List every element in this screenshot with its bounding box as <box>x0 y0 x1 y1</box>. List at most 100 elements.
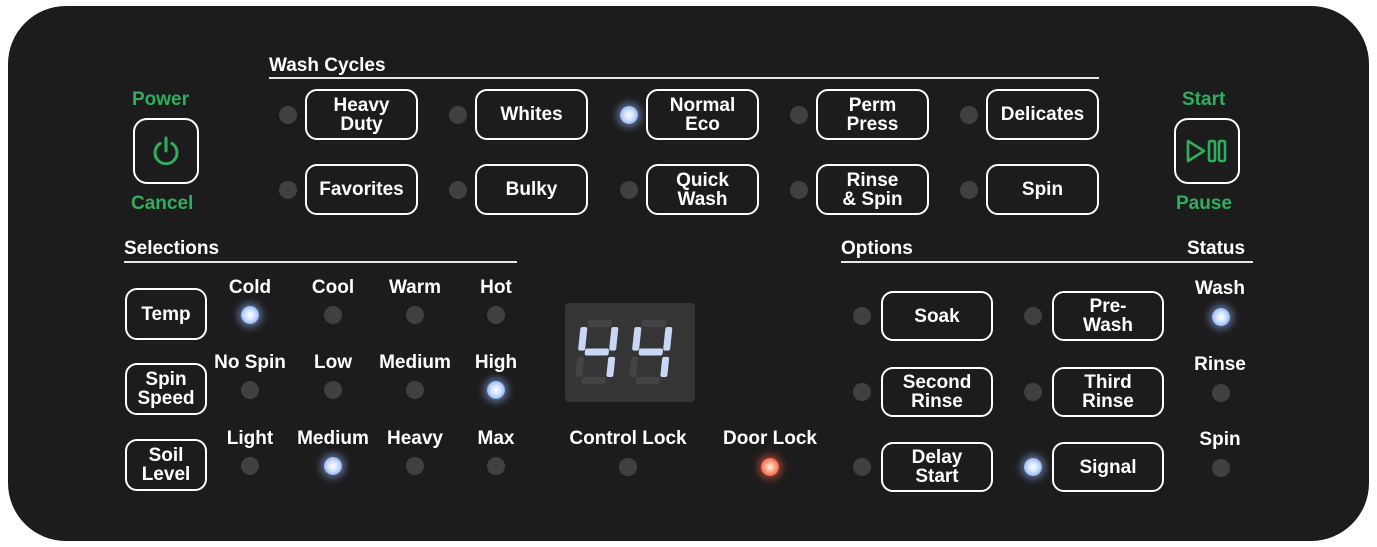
selection-level-led <box>324 381 342 399</box>
status-led-rinse <box>1212 384 1230 402</box>
selection-level-led <box>324 306 342 324</box>
control-lock-label: Control Lock <box>569 428 687 449</box>
cycle-led-quick-wash <box>620 181 638 199</box>
segment-b <box>609 327 619 351</box>
cycle-button-heavy-duty[interactable]: Heavy Duty <box>305 89 418 140</box>
cycle-led-favorites <box>279 181 297 199</box>
soil-level-button[interactable]: Soil Level <box>125 439 207 491</box>
status-label-spin: Spin <box>1199 429 1241 450</box>
cycle-button-bulky[interactable]: Bulky <box>475 164 588 215</box>
status-led-spin <box>1212 459 1230 477</box>
cycle-led-spin <box>960 181 978 199</box>
option-led-second-rinse <box>853 383 871 401</box>
option-led-pre-wash <box>1024 307 1042 325</box>
status-label-rinse: Rinse <box>1194 354 1246 375</box>
selections-rule <box>124 261 517 263</box>
selection-level-label: Heavy <box>387 428 443 449</box>
selection-level-label: Light <box>226 428 274 449</box>
option-led-delay-start <box>853 458 871 476</box>
selections-title: Selections <box>124 238 220 259</box>
option-led-signal <box>1024 458 1042 476</box>
segment-d <box>635 377 661 384</box>
start-pause-button[interactable] <box>1174 118 1240 184</box>
segment-b <box>663 327 673 351</box>
segment-e <box>629 356 639 378</box>
spin-speed-button[interactable]: Spin Speed <box>125 363 207 415</box>
power-icon <box>153 136 179 166</box>
selection-level-label: Cool <box>311 277 355 298</box>
selection-level-label: No Spin <box>214 352 286 373</box>
cycle-led-delicates <box>960 106 978 124</box>
selection-level-led <box>241 457 259 475</box>
segment-g <box>638 348 664 356</box>
option-button-third-rinse[interactable]: Third Rinse <box>1052 367 1164 417</box>
start-label: Start <box>1182 89 1226 110</box>
cycle-led-rinse-spin <box>790 181 808 199</box>
cycle-button-spin[interactable]: Spin <box>986 164 1099 215</box>
segment-d <box>581 377 607 384</box>
cycle-led-bulky <box>449 181 467 199</box>
cycle-button-perm-press[interactable]: Perm Press <box>816 89 929 140</box>
cycle-button-delicates[interactable]: Delicates <box>986 89 1099 140</box>
selection-level-led <box>487 457 505 475</box>
status-led-wash <box>1212 308 1230 326</box>
selection-level-led <box>241 381 259 399</box>
segment-f <box>632 327 642 351</box>
segment-a <box>587 320 613 327</box>
segment-c <box>606 356 616 378</box>
status-label-wash: Wash <box>1195 278 1245 299</box>
selection-level-led <box>487 306 505 324</box>
cycle-button-whites[interactable]: Whites <box>475 89 588 140</box>
option-button-signal[interactable]: Signal <box>1052 442 1164 492</box>
cycle-led-whites <box>449 106 467 124</box>
option-button-soak[interactable]: Soak <box>881 291 993 341</box>
play-pause-icon <box>1186 139 1227 163</box>
selection-level-label: Medium <box>297 428 369 449</box>
cycle-button-favorites[interactable]: Favorites <box>305 164 418 215</box>
segment-f <box>578 327 588 351</box>
power-button[interactable] <box>133 118 199 184</box>
selection-level-led <box>324 457 342 475</box>
selection-level-led <box>406 306 424 324</box>
option-button-second-rinse[interactable]: Second Rinse <box>881 367 993 417</box>
cycle-led-perm-press <box>790 106 808 124</box>
selection-level-led <box>487 381 505 399</box>
seven-segment-readout <box>575 320 673 384</box>
selection-level-label: Warm <box>388 277 442 298</box>
wash-cycles-title: Wash Cycles <box>269 55 386 76</box>
temp-button[interactable]: Temp <box>125 288 207 340</box>
options-title: Options <box>841 238 913 259</box>
cycle-led-heavy-duty <box>279 106 297 124</box>
cycle-led-normal-eco <box>620 106 638 124</box>
cancel-label: Cancel <box>131 193 194 214</box>
segment-g <box>584 348 610 356</box>
segment-e <box>575 356 585 378</box>
selection-level-label: Hot <box>480 277 512 298</box>
cycle-button-normal-eco[interactable]: Normal Eco <box>646 89 759 140</box>
selection-level-label: Max <box>477 428 515 449</box>
control-lock-led <box>619 458 637 476</box>
segment-a <box>641 320 667 327</box>
option-led-soak <box>853 307 871 325</box>
options-rule <box>841 261 1253 263</box>
option-button-delay-start[interactable]: Delay Start <box>881 442 993 492</box>
cycle-button-rinse-spin[interactable]: Rinse & Spin <box>816 164 929 215</box>
status-title: Status <box>1187 238 1246 259</box>
door-lock-label: Door Lock <box>723 428 817 449</box>
door-lock-led <box>761 458 779 476</box>
cycle-button-quick-wash[interactable]: Quick Wash <box>646 164 759 215</box>
pause-label: Pause <box>1176 193 1232 214</box>
power-label: Power <box>132 89 190 110</box>
selection-level-led <box>241 306 259 324</box>
selection-level-label: Cold <box>228 277 272 298</box>
option-button-pre-wash[interactable]: Pre- Wash <box>1052 291 1164 341</box>
time-display <box>565 303 695 402</box>
wash-cycles-rule <box>269 77 1099 79</box>
segment-c <box>660 356 670 378</box>
selection-level-label: Medium <box>379 352 451 373</box>
selection-level-label: High <box>474 352 518 373</box>
selection-level-label: Low <box>314 352 352 373</box>
selection-level-led <box>406 457 424 475</box>
option-led-third-rinse <box>1024 383 1042 401</box>
washer-control-panel: Power Cancel Start Pause Wash Cycles Hea… <box>8 6 1369 541</box>
